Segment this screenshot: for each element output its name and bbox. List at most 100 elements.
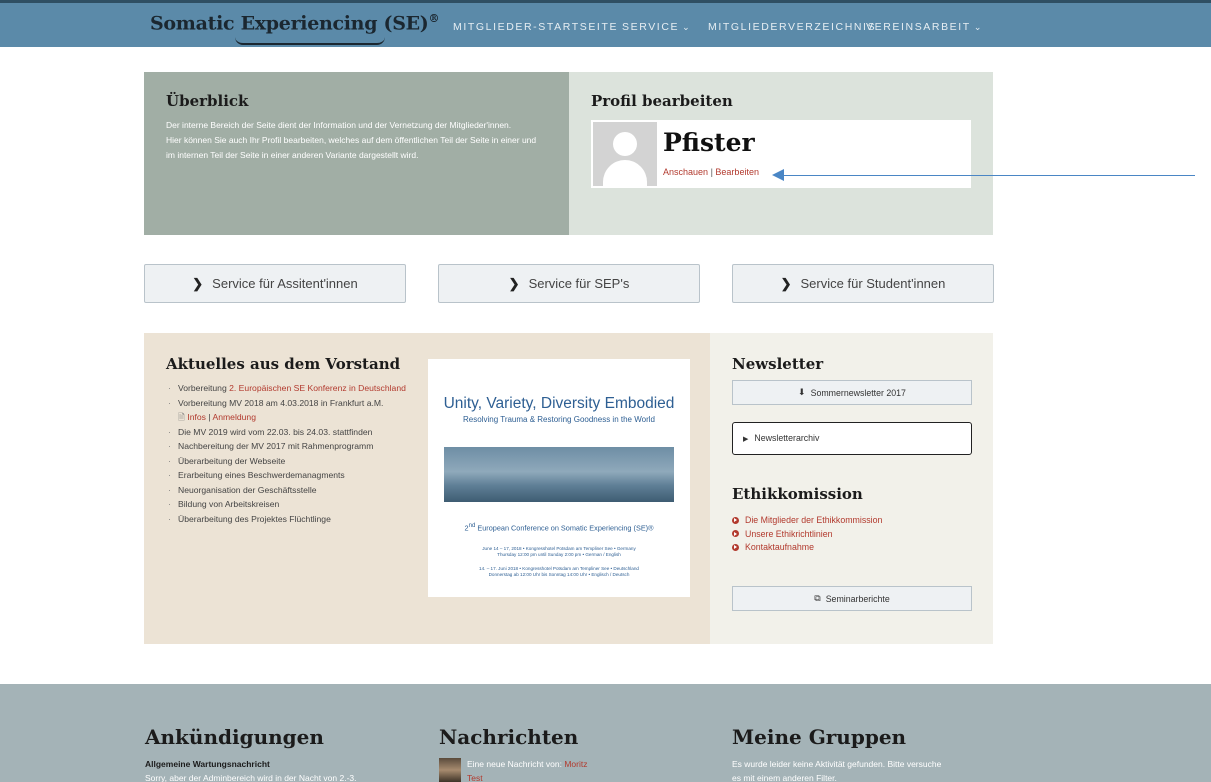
overview-panel: Überblick Der interne Bereich der Seite … — [144, 72, 569, 235]
list-item: Überarbeitung des Projektes Flüchtlinge — [168, 512, 408, 527]
profile-panel: Profil bearbeiten Pfister Anschauen | Be… — [569, 72, 993, 235]
messages-title: Nachrichten — [439, 725, 579, 749]
conference-link[interactable]: 2. Europäischen SE Konferenz in Deutschl… — [229, 383, 406, 393]
link-label: Die Mitglieder der Ethikkommission — [745, 515, 883, 525]
site-logo-text: Somatic Experiencing (SE) — [150, 12, 429, 35]
service-seps-button[interactable]: ❯ Service für SEP's — [438, 264, 700, 303]
ethics-links: Die Mitglieder der Ethikkommission Unser… — [732, 514, 882, 555]
anmeldung-link[interactable]: Anmeldung — [213, 412, 256, 422]
link-label: Kontaktaufnahme — [745, 542, 814, 552]
nav-item-mitglieder-startseite[interactable]: MITGLIEDER-STARTSEITE — [453, 21, 618, 33]
chevron-down-icon: ⌄ — [973, 22, 983, 32]
edit-profile-link[interactable]: Bearbeiten — [715, 167, 759, 177]
nav-item-vereinsarbeit[interactable]: VEREINSARBEIT ⌄ — [866, 21, 983, 33]
item-text: Vorbereitung — [178, 383, 230, 393]
service-students-button[interactable]: ❯ Service für Student'innen — [732, 264, 994, 303]
nav-label: MITGLIEDERVERZEICHNIS — [708, 21, 877, 33]
overview-text-1: Der interne Bereich der Seite dient der … — [166, 120, 512, 130]
message-prefix: Eine neue Nachricht von: — [467, 759, 565, 769]
list-item: Vorbereitung 2. Europäischen SE Konferen… — [168, 381, 408, 396]
chevron-right-icon: ❯ — [508, 275, 520, 291]
overview-text-2: Hier können Sie auch Ihr Profil bearbeit… — [166, 135, 537, 160]
item-text: Vorbereitung MV 2018 am 4.03.2018 in Fra… — [178, 397, 384, 408]
poster-dates-english: June 14 – 17, 2018 • Kongresshotel Potsd… — [438, 546, 680, 558]
service-label: Service für Student'innen — [800, 276, 946, 291]
service-label: Service für Assitent'innen — [212, 276, 358, 291]
conference-poster[interactable]: Unity, Variety, Diversity Embodied Resol… — [428, 359, 690, 597]
copy-icon: ⧉ — [814, 593, 821, 603]
announcement-text: Sorry, aber der Adminbereich wird in der… — [145, 773, 357, 782]
list-item: Neuorganisation der Geschäftsstelle — [168, 483, 408, 498]
chevron-right-icon: ❯ — [192, 275, 204, 291]
list-item: Nachbereitung der MV 2017 mit Rahmenprog… — [168, 439, 408, 454]
circle-arrow-right-icon — [732, 530, 739, 537]
view-profile-link[interactable]: Anschauen — [663, 167, 708, 177]
registered-mark: ® — [428, 12, 440, 25]
link-separator: | — [710, 167, 713, 177]
profile-title: Profil bearbeiten — [591, 92, 733, 110]
poster-line: Thursday 12:00 pm until Sunday 2:00 pm •… — [497, 552, 621, 557]
list-item: Die MV 2019 wird vom 22.03. bis 24.03. s… — [168, 425, 408, 440]
message-sender-link[interactable]: Moritz — [564, 759, 587, 769]
newsletter-archive-toggle[interactable]: ▶ Newsletterarchiv — [732, 422, 972, 455]
button-label: Seminarberichte — [825, 593, 890, 604]
site-logo[interactable]: Somatic Experiencing (SE)® — [150, 12, 439, 34]
document-icon: 🗎 — [178, 412, 185, 422]
infos-link[interactable]: Infos — [187, 412, 206, 422]
list-item: Erarbeitung eines Beschwerdemanagments — [168, 468, 408, 483]
chevron-down-icon: ⌄ — [682, 22, 692, 32]
board-news-list: Vorbereitung 2. Europäischen SE Konferen… — [168, 381, 408, 526]
announcement-heading: Allgemeine Wartungsnachricht — [145, 759, 270, 769]
ethics-members-link[interactable]: Die Mitglieder der Ethikkommission — [732, 514, 882, 528]
announcements-title: Ankündigungen — [145, 725, 324, 749]
ethics-title: Ethikkomission — [732, 485, 863, 503]
profile-links: Anschauen | Bearbeiten — [663, 167, 759, 177]
nav-label: SERVICE — [622, 21, 680, 33]
profile-name: Pfister — [663, 128, 755, 157]
link-label: Unsere Ethikrichtlinien — [745, 528, 833, 539]
poster-landscape-image — [444, 447, 674, 502]
list-item: Überarbeitung der Webseite — [168, 454, 408, 469]
overview-title: Überblick — [166, 92, 249, 110]
nav-label: MITGLIEDER-STARTSEITE — [453, 21, 619, 33]
poster-title: Unity, Variety, Diversity Embodied — [443, 395, 675, 412]
ethics-contact-link[interactable]: Kontaktaufnahme — [732, 541, 882, 555]
seminar-reports-button[interactable]: ⧉ Seminarberichte — [732, 586, 972, 611]
service-assistants-button[interactable]: ❯ Service für Assitent'innen — [144, 264, 406, 303]
poster-dates-german: 14. – 17. Juni 2018 • Kongresshotel Pots… — [438, 566, 680, 578]
ethics-guidelines-link[interactable]: Unsere Ethikrichtlinien — [732, 528, 882, 542]
logo-swoosh — [235, 37, 385, 45]
groups-empty-text: Es wurde leider keine Aktivität gefunden… — [732, 759, 942, 769]
groups-title: Meine Gruppen — [732, 725, 907, 749]
newsletter-panel: Newsletter ⬇ Sommernewsletter 2017 ▶ Newsl… — [710, 333, 993, 644]
groups-empty-text-2: es mit einem anderen Filter. — [732, 773, 837, 782]
nav-item-service[interactable]: SERVICE ⌄ — [622, 21, 691, 33]
poster-conference-rest: European Conference on Somatic Experienc… — [475, 523, 654, 533]
newsletter-title: Newsletter — [732, 355, 824, 373]
avatar[interactable] — [593, 122, 657, 186]
poster-subtitle: Resolving Trauma & Restoring Goodness in… — [463, 415, 655, 424]
board-news-title: Aktuelles aus dem Vorstand — [166, 355, 401, 373]
poster-conference-name: 2nd European Conference on Somatic Exper… — [428, 522, 690, 532]
circle-arrow-right-icon — [732, 516, 739, 524]
message-sender-link-2[interactable]: Test — [467, 773, 483, 782]
download-newsletter-button[interactable]: ⬇ Sommernewsletter 2017 — [732, 380, 972, 405]
circle-arrow-right-icon — [732, 543, 739, 551]
annotation-arrow-head — [772, 169, 784, 181]
nav-label: VEREINSARBEIT — [866, 21, 971, 33]
top-navbar: Somatic Experiencing (SE)® MITGLIEDER-ST… — [0, 0, 1211, 47]
chevron-right-icon: ❯ — [780, 275, 792, 291]
download-icon: ⬇ — [798, 387, 806, 397]
avatar-head — [613, 132, 637, 156]
button-label: Sommernewsletter 2017 — [810, 387, 906, 398]
sender-avatar[interactable] — [439, 758, 461, 782]
list-item-links: 🗎 Infos | Anmeldung — [168, 410, 408, 425]
list-item: Vorbereitung MV 2018 am 4.03.2018 in Fra… — [168, 396, 408, 411]
nav-item-mitgliederverzeichnis[interactable]: MITGLIEDERVERZEICHNIS — [708, 21, 876, 33]
poster-line: Donnerstag ab 12:00 Uhr bis Sonntag 14:0… — [488, 572, 630, 577]
list-item: Bildung von Arbeitskreisen — [168, 497, 408, 512]
annotation-arrow-line — [783, 175, 1195, 176]
avatar-body — [603, 160, 647, 186]
link-separator: | — [208, 412, 211, 422]
triangle-right-icon: ▶ — [743, 436, 749, 443]
